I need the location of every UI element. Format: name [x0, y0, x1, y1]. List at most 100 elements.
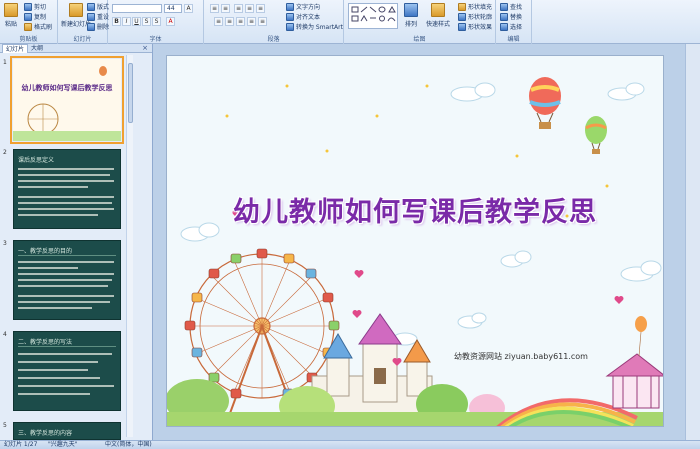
cut-button[interactable]: 剪切: [24, 2, 46, 11]
slide-thumbnail-2[interactable]: 课后反思定义: [13, 149, 121, 229]
website-caption: 幼教资源网站 ziyuan.baby611.com: [454, 352, 588, 361]
thumbnail-illustration: [13, 66, 121, 141]
text-direction-button[interactable]: 文字方向: [286, 2, 320, 11]
delete-icon: [87, 22, 95, 31]
cursor-icon: [500, 22, 508, 31]
editing-label: 编辑: [507, 36, 520, 43]
paste-button[interactable]: 粘贴: [4, 3, 18, 28]
status-bar: 幻灯片 1/27 "兴趣九天" 中文(简体，中国): [0, 440, 700, 449]
slide-thumbnail-4[interactable]: 二、教学反思的写法: [13, 331, 121, 411]
font-name-box[interactable]: [112, 4, 162, 13]
slide-thumbnail-1[interactable]: 幼儿教师如何写课后教学反思: [10, 56, 124, 144]
thumbnail-heading: 一、教学反思的目的: [18, 248, 73, 255]
text-line: [18, 279, 112, 281]
text-line: [18, 385, 114, 387]
justify-button[interactable]: ≡: [247, 17, 256, 26]
font-size-box[interactable]: 44: [164, 4, 182, 13]
find-button[interactable]: 查找: [500, 2, 522, 11]
increase-indent-button[interactable]: ≡: [245, 4, 254, 13]
text-direction-icon: [286, 2, 294, 11]
slide-number: 3: [3, 240, 7, 247]
divider: [18, 255, 116, 256]
smartart-icon: [286, 22, 294, 31]
font-label: 字体: [149, 36, 162, 43]
shape-fill-button[interactable]: 形状填充: [458, 2, 492, 11]
slides-label: 幻灯片: [73, 36, 92, 43]
text-line: [18, 186, 88, 188]
thumbnail-title: 幼儿教师如何写课后教学反思: [21, 84, 113, 92]
panel-scrollbar[interactable]: [126, 55, 133, 437]
bold-button[interactable]: B: [112, 17, 121, 26]
shape-outline-button[interactable]: 形状轮廓: [458, 12, 492, 21]
strike-button[interactable]: S: [142, 17, 151, 26]
shape-effects-button[interactable]: 形状效果: [458, 22, 492, 31]
arrange-button[interactable]: 排列: [404, 3, 418, 28]
outline-pen-icon: [458, 12, 466, 21]
current-slide[interactable]: 幼儿教师如何写课后教学反思 幼教资源网站 ziyuan.baby611.com: [166, 55, 664, 427]
slide-thumbnail-3[interactable]: 一、教学反思的目的: [13, 240, 121, 320]
grow-font-button[interactable]: A: [184, 4, 193, 13]
effects-icon: [458, 22, 466, 31]
slide-number: 2: [3, 149, 7, 156]
columns-button[interactable]: ≡: [258, 17, 267, 26]
underline-button[interactable]: U: [132, 17, 141, 26]
decrease-indent-button[interactable]: ≡: [234, 4, 243, 13]
slide-number: 4: [3, 331, 7, 338]
reset-icon: [87, 12, 95, 21]
fill-bucket-icon: [458, 2, 466, 11]
smartart-button[interactable]: 转换为 SmartArt: [286, 22, 343, 31]
quick-styles-button[interactable]: 快速样式: [426, 3, 450, 28]
shadow-button[interactable]: S: [152, 17, 161, 26]
arrange-icon: [404, 3, 418, 17]
align-text-button[interactable]: 对齐文本: [286, 12, 320, 21]
ribbon: 粘贴 剪切 复制 格式刷 剪贴板 新建幻灯片 版式 重设 删除 幻灯片 44 A…: [0, 0, 700, 44]
text-line: [18, 301, 110, 303]
replace-icon: [500, 12, 508, 21]
format-painter-button[interactable]: 格式刷: [24, 22, 52, 31]
text-line: [18, 295, 114, 297]
slide-number: 1: [3, 59, 7, 66]
slide-counter: 幻灯片 1/27: [4, 441, 38, 448]
numbering-button[interactable]: ≡: [221, 4, 230, 13]
align-center-button[interactable]: ≡: [225, 17, 234, 26]
select-button[interactable]: 选择: [500, 22, 522, 31]
bullets-button[interactable]: ≡: [210, 4, 219, 13]
language-indicator[interactable]: 中文(简体，中国): [105, 441, 152, 449]
text-line: [18, 214, 98, 216]
drawing-label: 绘图: [413, 36, 426, 43]
copy-button[interactable]: 复制: [24, 12, 46, 21]
slide-editor: 幼儿教师如何写课后教学反思 幼教资源网站 ziyuan.baby611.com: [154, 44, 700, 440]
text-line: [18, 196, 114, 198]
paste-icon: [4, 3, 18, 17]
editor-scrollbar[interactable]: [685, 44, 700, 440]
shapes-icon: [351, 6, 396, 22]
scrollbar-thumb[interactable]: [128, 63, 133, 123]
thumbnail-heading: 课后反思定义: [18, 157, 55, 164]
delete-slide-button[interactable]: 删除: [87, 22, 109, 31]
quick-styles-icon: [431, 3, 445, 17]
layout-button[interactable]: 版式: [87, 2, 109, 11]
slide-thumbnail-5[interactable]: 三、教学反思的内容: [13, 422, 121, 440]
brush-icon: [24, 22, 32, 31]
tab-slides[interactable]: 幻灯片: [2, 44, 29, 53]
text-line: [18, 202, 112, 204]
italic-button[interactable]: I: [122, 17, 131, 26]
align-right-button[interactable]: ≡: [236, 17, 245, 26]
line-spacing-button[interactable]: ≡: [256, 4, 265, 13]
tab-outline[interactable]: 大纲: [28, 44, 46, 53]
slide-number: 5: [3, 422, 7, 429]
slides-group: 新建幻灯片 版式 重设 删除 幻灯片: [58, 0, 109, 44]
close-panel-button[interactable]: ×: [142, 44, 148, 53]
align-left-button[interactable]: ≡: [214, 17, 223, 26]
reset-button[interactable]: 重设: [87, 12, 109, 21]
shapes-gallery[interactable]: [348, 3, 398, 29]
thumbnail-heading: 三、教学反思的内容: [18, 430, 73, 437]
paragraph-group: ≡ ≡ ≡ ≡ ≡ ≡ ≡ ≡ ≡ ≡ 文字方向 对齐文本 转换为 SmartA…: [204, 0, 344, 44]
text-line: [18, 393, 90, 395]
paragraph-label: 段落: [267, 36, 280, 43]
thumbnail-heading: 二、教学反思的写法: [18, 339, 73, 346]
replace-button[interactable]: 替换: [500, 12, 522, 21]
slide-title[interactable]: 幼儿教师如何写课后教学反思: [167, 190, 663, 229]
divider: [18, 346, 116, 347]
font-color-button[interactable]: A: [166, 17, 175, 26]
